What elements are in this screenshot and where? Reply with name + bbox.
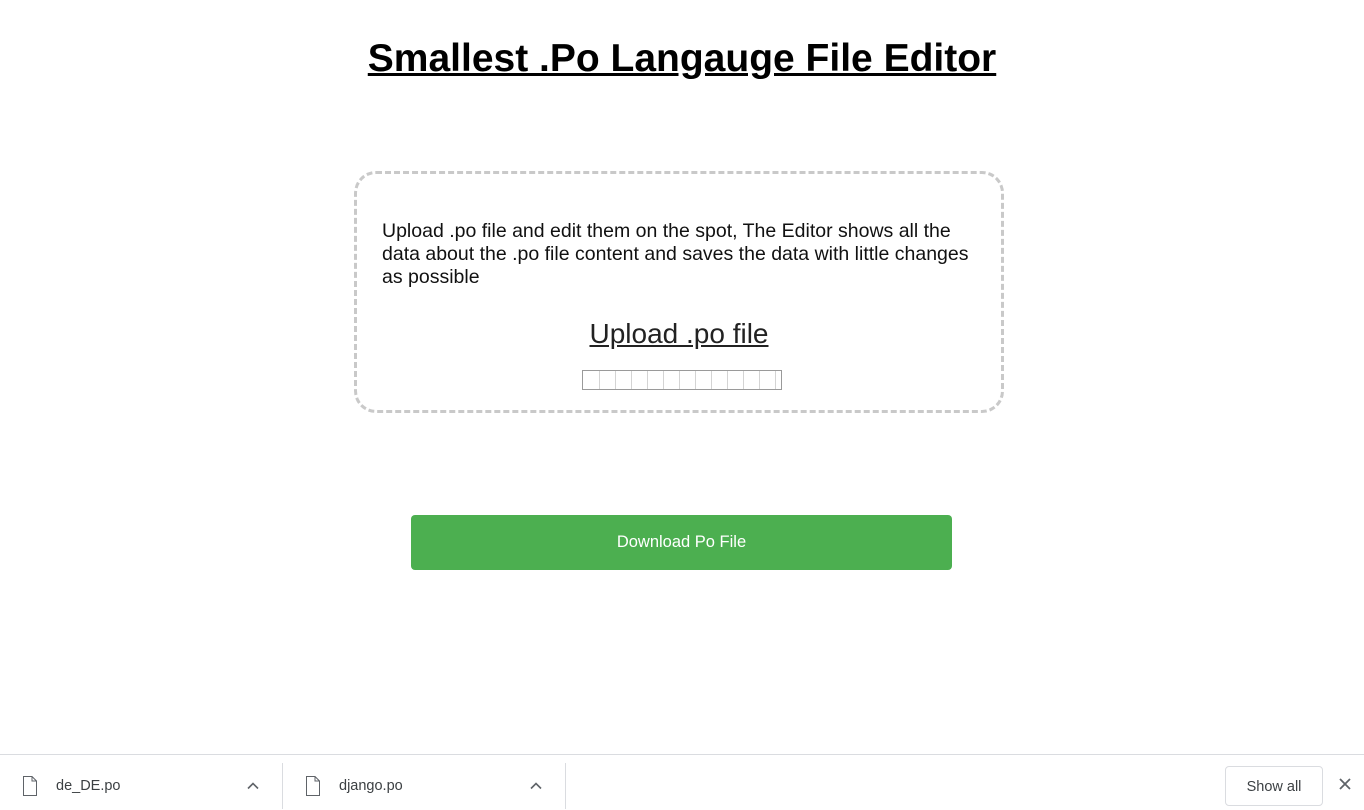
download-item-django[interactable]: django.po [283, 763, 566, 809]
download-po-file-button[interactable]: Download Po File [411, 515, 952, 570]
chevron-up-icon[interactable] [245, 778, 261, 794]
page: Smallest .Po Langauge File Editor Upload… [0, 0, 1364, 754]
download-item-de-de[interactable]: de_DE.po [0, 763, 283, 809]
file-input[interactable] [582, 370, 782, 390]
show-all-button[interactable]: Show all [1225, 766, 1323, 806]
upload-file-link[interactable]: Upload .po file [357, 317, 1001, 351]
upload-description: Upload .po file and edit them on the spo… [382, 220, 969, 288]
file-icon [23, 776, 37, 796]
download-file-name: django.po [339, 778, 403, 794]
page-title: Smallest .Po Langauge File Editor [367, 37, 997, 80]
chevron-up-icon[interactable] [528, 778, 544, 794]
close-icon[interactable] [1337, 776, 1353, 792]
upload-drop-zone[interactable]: Upload .po file and edit them on the spo… [354, 171, 1004, 413]
download-shelf: de_DE.po django.po Show all [0, 754, 1364, 810]
file-icon [306, 776, 320, 796]
download-file-name: de_DE.po [56, 778, 121, 794]
